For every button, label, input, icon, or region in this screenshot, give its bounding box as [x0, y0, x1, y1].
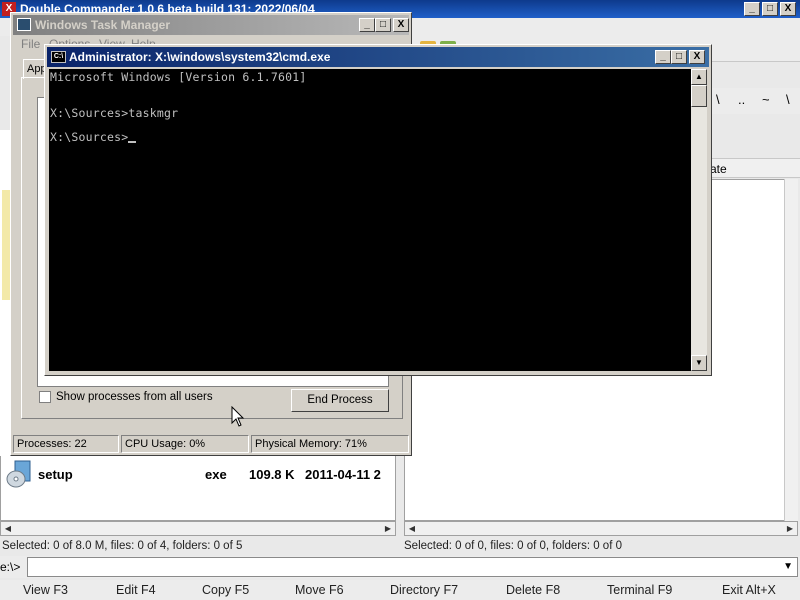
- copy-f5-button[interactable]: Copy F5: [202, 583, 249, 597]
- file-ext: exe: [205, 467, 227, 482]
- end-process-button[interactable]: End Process: [291, 389, 389, 412]
- path-up-button[interactable]: ..: [738, 92, 745, 107]
- menu-file[interactable]: File: [21, 37, 40, 51]
- cpu-usage: CPU Usage: 0%: [121, 435, 249, 453]
- scroll-left-icon[interactable]: ◀: [406, 523, 418, 534]
- move-f6-button[interactable]: Move F6: [295, 583, 344, 597]
- dc-maximize-button[interactable]: □: [762, 2, 778, 16]
- file-name: setup: [38, 467, 73, 482]
- console-prompt-line: X:\Sources>: [50, 130, 137, 144]
- scroll-left-icon[interactable]: ◀: [2, 523, 14, 534]
- show-all-processes-label[interactable]: Show processes from all users: [56, 391, 213, 403]
- right-path-buttons: \ .. ~ \: [710, 88, 800, 114]
- left-status-bar: Selected: 0 of 8.0 M, files: 0 of 4, fol…: [2, 540, 243, 552]
- text-cursor: [128, 141, 137, 143]
- left-horizontal-scrollbar[interactable]: ◀ ▶: [0, 521, 396, 536]
- tm-maximize-button[interactable]: □: [375, 18, 391, 32]
- scroll-down-icon[interactable]: ▼: [691, 355, 707, 371]
- command-line-bar: e:\> ▼: [0, 556, 800, 578]
- cmd-close-button[interactable]: X: [689, 50, 705, 64]
- cmd-titlebar: C:\ Administrator: X:\windows\system32\c…: [47, 47, 709, 67]
- task-manager-title: Windows Task Manager: [35, 18, 171, 32]
- path-backslash-button[interactable]: \: [786, 92, 790, 107]
- path-home-button[interactable]: ~: [762, 92, 770, 107]
- console-line: Microsoft Windows [Version 6.1.7601]: [50, 70, 307, 84]
- scroll-right-icon[interactable]: ▶: [382, 523, 394, 534]
- column-date-header[interactable]: ate: [710, 162, 727, 176]
- show-all-processes-checkbox[interactable]: [39, 391, 51, 403]
- cmd-title: Administrator: X:\windows\system32\cmd.e…: [69, 50, 331, 64]
- directory-f7-button[interactable]: Directory F7: [390, 583, 458, 597]
- console-output[interactable]: Microsoft Windows [Version 6.1.7601] X:\…: [49, 69, 691, 371]
- task-manager-titlebar: Windows Task Manager _ □ X: [13, 15, 409, 35]
- exit-button[interactable]: Exit Alt+X: [722, 583, 776, 597]
- scroll-up-icon[interactable]: ▲: [691, 69, 707, 85]
- scroll-thumb[interactable]: [691, 85, 707, 107]
- console-line: X:\Sources>taskmgr: [50, 106, 179, 120]
- file-date: 2011-04-11 2: [305, 467, 381, 482]
- file-size: 109.8 K: [249, 467, 295, 482]
- cmd-vertical-scrollbar[interactable]: ▲ ▼: [691, 69, 707, 371]
- terminal-f9-button[interactable]: Terminal F9: [607, 583, 672, 597]
- mouse-pointer-icon: [231, 406, 245, 427]
- dc-close-button[interactable]: X: [780, 2, 796, 16]
- view-f3-button[interactable]: View F3: [23, 583, 68, 597]
- installer-disc-icon: [6, 460, 31, 488]
- tm-close-button[interactable]: X: [393, 18, 409, 32]
- right-horizontal-scrollbar[interactable]: ◀ ▶: [404, 521, 798, 536]
- left-panel-highlight: [2, 190, 10, 300]
- file-row[interactable]: setup exe 109.8 K 2011-04-11 2: [6, 460, 396, 490]
- chevron-down-icon[interactable]: ▼: [783, 561, 793, 572]
- path-root-button[interactable]: \: [716, 92, 720, 107]
- dc-minimize-button[interactable]: _: [744, 2, 760, 16]
- cmd-maximize-button[interactable]: □: [671, 50, 687, 64]
- tm-minimize-button[interactable]: _: [359, 18, 375, 32]
- delete-f8-button[interactable]: Delete F8: [506, 583, 560, 597]
- right-vertical-scrollbar[interactable]: [784, 179, 798, 521]
- scroll-right-icon[interactable]: ▶: [784, 523, 796, 534]
- task-manager-icon: [17, 18, 31, 31]
- cmd-window: C:\ Administrator: X:\windows\system32\c…: [44, 44, 712, 376]
- command-line-input[interactable]: ▼: [27, 557, 798, 577]
- console-prompt: X:\Sources>: [50, 130, 129, 144]
- command-prompt-label: e:\>: [0, 560, 21, 574]
- edit-f4-button[interactable]: Edit F4: [116, 583, 156, 597]
- right-status-bar: Selected: 0 of 0, files: 0 of 0, folders…: [404, 540, 622, 552]
- processes-count: Processes: 22: [13, 435, 119, 453]
- cmd-icon: C:\: [51, 51, 66, 63]
- physical-memory: Physical Memory: 71%: [251, 435, 409, 453]
- cmd-minimize-button[interactable]: _: [655, 50, 671, 64]
- function-key-bar: View F3 Edit F4 Copy F5 Move F6 Director…: [0, 580, 800, 600]
